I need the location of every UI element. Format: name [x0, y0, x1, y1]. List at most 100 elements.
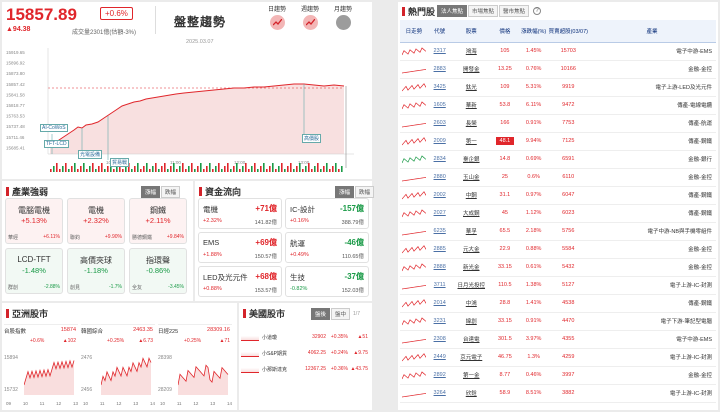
stock-code[interactable]: 6235 — [427, 222, 452, 241]
stock-name[interactable]: 元大金 — [451, 240, 492, 259]
stock-name[interactable]: 華新 — [451, 96, 492, 115]
stock-name[interactable]: 玉山金 — [451, 168, 492, 187]
capital-flow-card[interactable]: LED及光元件 +68億 +0.88% 153.57億 — [198, 266, 282, 297]
table-row[interactable]: 1605 華新 53.8 6.11% 9472 傳產-電線電纜 — [400, 96, 716, 115]
chart-marker[interactable]: 光電設備 — [78, 150, 103, 159]
stock-name[interactable]: 台達電 — [451, 330, 492, 349]
tab-daily-trend[interactable]: 日趨勢 — [265, 4, 289, 32]
stock-code[interactable]: 2603 — [427, 114, 452, 133]
stock-name[interactable]: 第一金 — [451, 366, 492, 385]
stock-code[interactable]: 2834 — [427, 150, 452, 169]
table-row[interactable]: 2834 臺企銀 14.8 0.69% 6591 金融-銀行 — [400, 150, 716, 169]
stock-code[interactable]: 2892 — [427, 366, 452, 385]
table-row[interactable]: 2009 第一 48.1 9.94% 7125 傳產-鋼鐵 — [400, 132, 716, 151]
chart-marker[interactable]: 高價股 — [302, 134, 322, 143]
stock-name[interactable]: 中鴻 — [451, 294, 492, 313]
stock-name[interactable]: 鈦光 — [451, 78, 492, 97]
mini-trend-chart — [401, 285, 426, 290]
table-row[interactable]: 2317 鴻海 105 1.45% 15703 電子中游-EMS — [400, 42, 716, 61]
stock-code[interactable]: 2002 — [427, 186, 452, 205]
stock-name[interactable]: 緯創 — [451, 312, 492, 331]
table-row[interactable]: 2002 中鋼 31.1 0.97% 6047 傳產-鋼鐵 — [400, 186, 716, 205]
stock-code[interactable]: 2027 — [427, 204, 452, 223]
industry-card[interactable]: 高價夾球 -1.18% 創見 -1.7% — [67, 248, 125, 294]
stock-code[interactable]: 3425 — [427, 78, 452, 97]
chart-marker[interactable]: TFT-LCD — [44, 140, 69, 148]
stock-code[interactable]: 1605 — [427, 96, 452, 115]
capital-up-button[interactable]: 漲幅 — [335, 186, 355, 198]
stock-name[interactable]: 華孚 — [451, 222, 492, 241]
capital-flow-card[interactable]: 航運 -46億 +0.49% 110.65億 — [285, 232, 369, 263]
industry-down-button[interactable]: 跌幅 — [161, 186, 181, 198]
table-row[interactable]: 2449 京元電子 46.75 1.3% 4259 電子上游-IC-封測 — [400, 348, 716, 367]
industry-card[interactable]: 電機 +2.32% 聯鈞 +9.90% — [67, 198, 125, 244]
volume-bar — [80, 166, 82, 172]
stock-code[interactable]: 2883 — [427, 60, 452, 79]
hot-tab-medical[interactable]: 醫市焦點 — [499, 5, 530, 17]
capital-flow-card[interactable]: 電機 +71億 +2.32% 141.82億 — [198, 198, 282, 229]
stock-code[interactable]: 2885 — [427, 240, 452, 259]
stock-code[interactable]: 2317 — [427, 42, 452, 61]
us-index-row[interactable]: 小那斯達克 12367.25 +0.36% ▲43.75 — [241, 362, 370, 376]
table-row[interactable]: 2880 玉山金 25 0.6% 6110 金融-金控 — [400, 168, 716, 187]
capital-flow-card[interactable]: IC-設計 -157億 +0.16% 388.79億 — [285, 198, 369, 229]
stock-name[interactable]: 臺企銀 — [451, 150, 492, 169]
help-icon[interactable]: ? — [533, 7, 542, 15]
hot-tab-market[interactable]: 市場焦點 — [468, 5, 499, 17]
table-row[interactable]: 3425 鈦光 109 5.31% 9919 電子上游-LED及光元件 — [400, 78, 716, 97]
stock-name[interactable]: 日月光投控 — [451, 276, 492, 295]
asia-market-chart[interactable]: 台股指數 15874 +0.6% ▲102 15894 15732 09 10 11 12 13 — [4, 324, 78, 408]
capital-flow-card[interactable]: EMS +69億 +1.88% 150.57億 — [198, 232, 282, 263]
us-intraday-button[interactable]: 盤中 — [331, 308, 351, 320]
capital-down-button[interactable]: 跌幅 — [355, 186, 375, 198]
stock-code[interactable]: 2308 — [427, 330, 452, 349]
stock-code[interactable]: 2449 — [427, 348, 452, 367]
stock-name[interactable]: 鴻海 — [451, 42, 492, 61]
industry-card[interactable]: 鋼鐵 +2.11% 勝德鋼鐵 +9.84% — [129, 198, 187, 244]
table-row[interactable]: 2892 第一金 8.77 0.46% 3997 金融-金控 — [400, 366, 716, 385]
chart-marker[interactable]: AI-CoWoS — [40, 124, 68, 132]
stock-name[interactable]: 第一 — [451, 132, 492, 151]
stock-name[interactable]: 新光金 — [451, 258, 492, 277]
table-row[interactable]: 3264 欣銓 58.9 8.51% 3882 電子上游-IC-封測 — [400, 384, 716, 403]
stock-code[interactable]: 3264 — [427, 384, 452, 403]
stock-name[interactable]: 中鋼 — [451, 186, 492, 205]
table-row[interactable]: 6235 華孚 65.5 2.18% 5756 電子中游-NB與手機零組件 — [400, 222, 716, 241]
industry-card[interactable]: 電腦電機 +5.13% 華經 +6.11% — [5, 198, 63, 244]
us-index-row[interactable]: 小S&P期貨 4062.25 +0.24% ▲9.75 — [241, 346, 370, 360]
stock-name[interactable]: 長榮 — [451, 114, 492, 133]
industry-card[interactable]: LCD-TFT -1.48% 群創 -2.88% — [5, 248, 63, 294]
table-row[interactable]: 2888 新光金 33.15 0.61% 5432 金融-金控 — [400, 258, 716, 277]
industry-pct: -1.48% — [22, 266, 46, 275]
us-index-row[interactable]: 小道瓊 32902 +0.35% ▲51 — [241, 330, 370, 344]
stock-code[interactable]: 3231 — [427, 312, 452, 331]
chart-marker[interactable]: 貿易戰 — [110, 158, 130, 167]
table-row[interactable]: 3711 日月光投控 110.5 1.38% 5127 電子上游-IC-封測 — [400, 276, 716, 295]
table-row[interactable]: 3231 緯創 33.15 0.91% 4470 電子下游-筆記型電腦 — [400, 312, 716, 331]
stock-name[interactable]: 大成鋼 — [451, 204, 492, 223]
table-row[interactable]: 2014 中鴻 28.8 1.41% 4538 傳產-鋼鐵 — [400, 294, 716, 313]
capital-flow-card[interactable]: 生技 -37億 -0.82% 152.03億 — [285, 266, 369, 297]
stock-code[interactable]: 3711 — [427, 276, 452, 295]
mini-trend-chart — [401, 69, 426, 74]
hot-tab-institutional[interactable]: 法人焦點 — [437, 5, 468, 17]
stock-name[interactable]: 京元電子 — [451, 348, 492, 367]
table-row[interactable]: 2883 開發金 13.25 0.76% 10166 金融-金控 — [400, 60, 716, 79]
asia-market-chart[interactable]: 日經225 28309.16 +0.25% ▲71 28398 28209 10 11 12 13… — [158, 324, 232, 408]
tab-monthly-trend[interactable]: 月趨勢 — [331, 4, 355, 32]
industry-up-button[interactable]: 漲幅 — [141, 186, 161, 198]
table-row[interactable]: 2308 台達電 301.5 3.97% 4355 電子中游-EMS — [400, 330, 716, 349]
asia-market-chart[interactable]: 韓國綜合 2463.35 +0.25% ▲6.73 2476 2456 10 11 12 13 14 — [81, 324, 155, 408]
stock-code[interactable]: 2009 — [427, 132, 452, 151]
stock-code[interactable]: 2880 — [427, 168, 452, 187]
us-after-hours-button[interactable]: 盤後 — [311, 308, 331, 320]
table-row[interactable]: 2603 長榮 166 0.91% 7753 傳產-航運 — [400, 114, 716, 133]
table-row[interactable]: 2885 元大金 22.9 0.88% 5584 金融-金控 — [400, 240, 716, 259]
industry-card[interactable]: 指環聲 -0.86% 全友 -3.45% — [129, 248, 187, 294]
stock-name[interactable]: 開發金 — [451, 60, 492, 79]
stock-code[interactable]: 2014 — [427, 294, 452, 313]
stock-name[interactable]: 欣銓 — [451, 384, 492, 403]
tab-weekly-trend[interactable]: 週趨勢 — [298, 4, 322, 32]
table-row[interactable]: 2027 大成鋼 45 1.12% 6023 傳產-鋼鐵 — [400, 204, 716, 223]
stock-code[interactable]: 2888 — [427, 258, 452, 277]
